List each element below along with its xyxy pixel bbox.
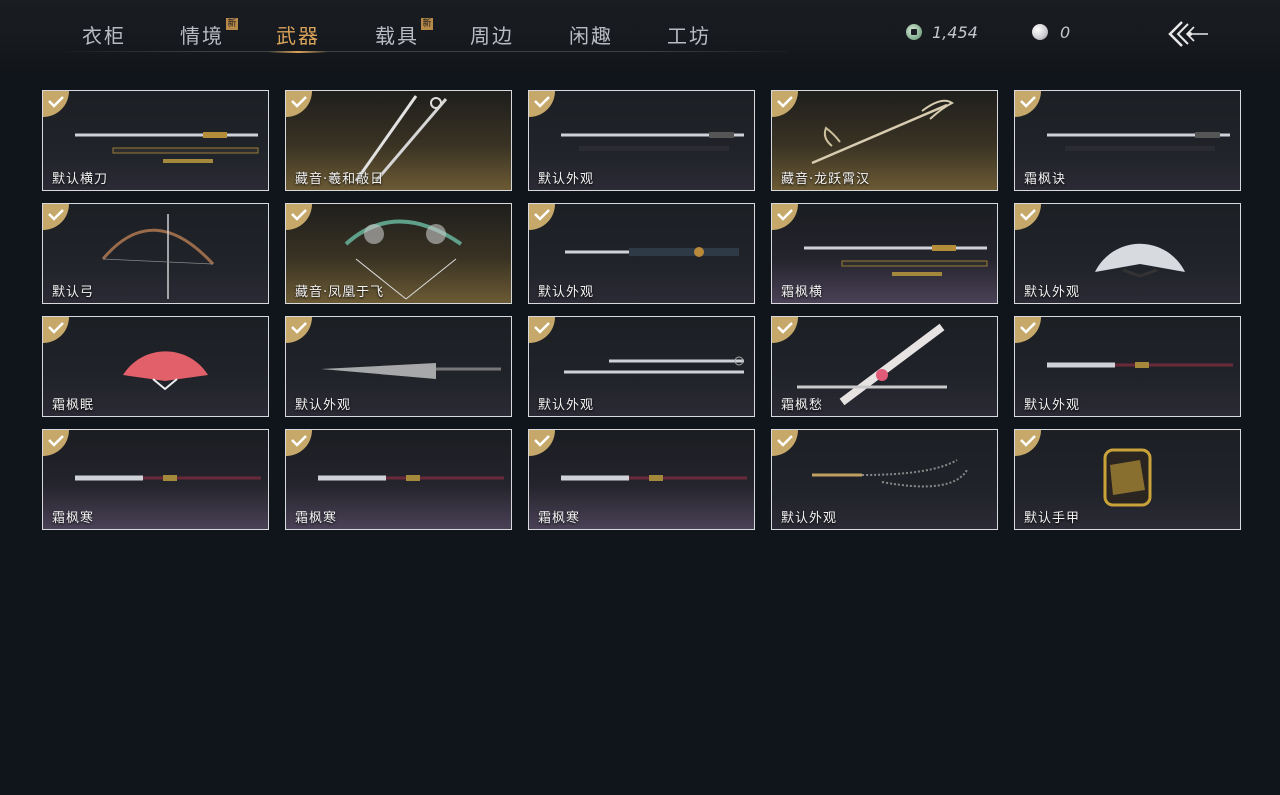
owned-check-icon <box>43 91 69 117</box>
weapon-card[interactable]: 默认外观 <box>528 316 755 417</box>
weapon-name: 藏音·凤凰于飞 <box>295 285 385 300</box>
tab-label: 情境 <box>180 24 224 48</box>
tab-5[interactable]: 周边 <box>470 20 514 50</box>
pearl-balance: 0 <box>1032 20 1070 44</box>
weapon-card[interactable]: 藏音·羲和敲日 <box>285 90 512 191</box>
tab-3[interactable]: 武器 <box>268 20 328 53</box>
top-nav-bar: 衣柜 情境新武器 载具新周边 闲趣 工坊 1,454 0 <box>0 0 1280 74</box>
tab-6[interactable]: 闲趣 <box>569 20 613 50</box>
back-arrow-icon <box>1168 21 1208 47</box>
owned-check-icon <box>772 430 798 456</box>
tab-label: 周边 <box>470 24 514 48</box>
weapon-card[interactable]: 默认外观 <box>771 429 998 530</box>
weapon-card[interactable]: 默认横刀 <box>42 90 269 191</box>
tab-label: 衣柜 <box>82 24 126 48</box>
tab-label: 载具 <box>375 24 419 48</box>
tab-label: 武器 <box>276 24 320 48</box>
weapon-name: 默认外观 <box>1024 285 1081 300</box>
tab-label: 闲趣 <box>569 24 613 48</box>
new-badge: 新 <box>421 18 433 30</box>
owned-check-icon <box>1015 317 1041 343</box>
weapon-name: 霜枫寒 <box>295 511 338 526</box>
weapon-name: 默认横刀 <box>52 172 109 187</box>
weapon-name: 藏音·龙跃霄汉 <box>781 172 871 187</box>
weapon-name: 默认外观 <box>538 172 595 187</box>
tab-7[interactable]: 工坊 <box>667 20 711 50</box>
back-button[interactable] <box>1166 18 1210 50</box>
weapon-card[interactable]: 霜枫诀 <box>1014 90 1241 191</box>
coin-amount: 1,454 <box>932 22 978 42</box>
owned-check-icon <box>286 317 312 343</box>
owned-check-icon <box>529 204 555 230</box>
owned-check-icon <box>286 91 312 117</box>
new-badge: 新 <box>226 18 238 30</box>
weapon-name: 默认外观 <box>538 285 595 300</box>
owned-check-icon <box>43 317 69 343</box>
owned-check-icon <box>772 204 798 230</box>
active-tab-underline <box>268 51 328 53</box>
weapon-card[interactable]: 霜枫寒 <box>42 429 269 530</box>
owned-check-icon <box>43 430 69 456</box>
weapon-name: 霜枫横 <box>781 285 824 300</box>
weapon-card[interactable]: 霜枫眠 <box>42 316 269 417</box>
weapon-name: 霜枫寒 <box>52 511 95 526</box>
weapon-card[interactable]: 霜枫寒 <box>528 429 755 530</box>
owned-check-icon <box>1015 91 1041 117</box>
weapon-name: 藏音·羲和敲日 <box>295 172 385 187</box>
pearl-amount: 0 <box>1060 22 1071 42</box>
owned-check-icon <box>529 91 555 117</box>
weapon-name: 默认弓 <box>52 285 95 300</box>
weapon-name: 霜枫诀 <box>1024 172 1067 187</box>
coin-balance: 1,454 <box>906 20 978 44</box>
weapon-name: 霜枫愁 <box>781 398 824 413</box>
weapon-card[interactable]: 霜枫横 <box>771 203 998 304</box>
weapon-name: 霜枫眠 <box>52 398 95 413</box>
owned-check-icon <box>529 317 555 343</box>
weapon-name: 默认手甲 <box>1024 511 1081 526</box>
weapon-card[interactable]: 霜枫寒 <box>285 429 512 530</box>
owned-check-icon <box>286 204 312 230</box>
weapon-card[interactable]: 默认外观 <box>528 203 755 304</box>
pearl-icon <box>1032 24 1048 40</box>
owned-check-icon <box>772 317 798 343</box>
weapon-card[interactable]: 霜枫愁 <box>771 316 998 417</box>
weapon-name: 默认外观 <box>538 398 595 413</box>
weapon-card[interactable]: 默认外观 <box>528 90 755 191</box>
weapon-card[interactable]: 默认外观 <box>285 316 512 417</box>
tab-label: 工坊 <box>667 24 711 48</box>
weapon-card[interactable]: 默认外观 <box>1014 316 1241 417</box>
weapon-card[interactable]: 默认手甲 <box>1014 429 1241 530</box>
owned-check-icon <box>286 430 312 456</box>
weapon-name: 默认外观 <box>781 511 838 526</box>
owned-check-icon <box>772 91 798 117</box>
weapon-name: 默认外观 <box>1024 398 1081 413</box>
tab-4[interactable]: 载具新 <box>375 18 433 50</box>
tab-1[interactable]: 衣柜 <box>82 20 126 50</box>
owned-check-icon <box>529 430 555 456</box>
owned-check-icon <box>43 204 69 230</box>
tab-2[interactable]: 情境新 <box>180 18 238 50</box>
weapon-name: 霜枫寒 <box>538 511 581 526</box>
jade-coin-icon <box>906 24 922 40</box>
weapon-card[interactable]: 默认外观 <box>1014 203 1241 304</box>
weapon-card[interactable]: 默认弓 <box>42 203 269 304</box>
weapon-card[interactable]: 藏音·龙跃霄汉 <box>771 90 998 191</box>
owned-check-icon <box>1015 430 1041 456</box>
nav-divider <box>66 51 788 52</box>
weapon-card[interactable]: 藏音·凤凰于飞 <box>285 203 512 304</box>
owned-check-icon <box>1015 204 1041 230</box>
weapon-name: 默认外观 <box>295 398 352 413</box>
